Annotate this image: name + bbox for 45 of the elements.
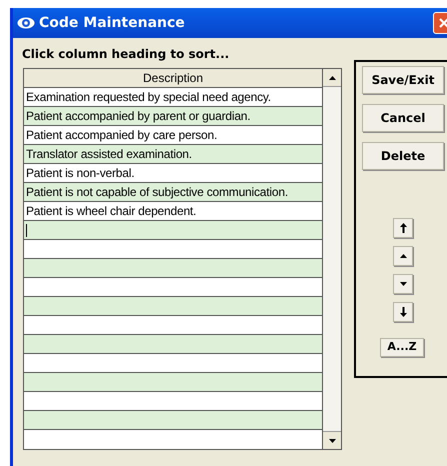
action-button[interactable]: Delete	[362, 142, 444, 170]
table-cell-text: Patient accompanied by care person.	[26, 127, 218, 144]
table-cell-text: Patient is non-verbal.	[26, 165, 134, 182]
table-row[interactable]: Examination requested by special need agency.	[24, 88, 322, 107]
empty-row[interactable]	[24, 411, 322, 430]
sort-instruction: Click column heading to sort...	[22, 46, 230, 63]
triangle-up-icon	[400, 254, 406, 258]
empty-row[interactable]	[24, 240, 322, 259]
table-row[interactable]: Patient accompanied by parent or guardian.	[24, 107, 322, 126]
triangle-down-icon	[400, 282, 406, 286]
empty-row[interactable]	[24, 316, 322, 335]
table-cell-text: Patient is not capable of subjective communication.	[26, 184, 288, 201]
table-cell-text: Translator assisted examination.	[26, 146, 192, 163]
order-button[interactable]	[393, 274, 413, 294]
empty-row[interactable]	[24, 297, 322, 316]
order-button[interactable]	[393, 218, 413, 238]
empty-row[interactable]	[24, 354, 322, 373]
table-row[interactable]: Patient accompanied by care person.	[24, 126, 322, 145]
empty-row[interactable]	[24, 335, 322, 354]
arrow-down-icon	[400, 307, 406, 317]
empty-row[interactable]	[24, 373, 322, 392]
text-cursor-icon	[26, 224, 27, 236]
table-row[interactable]: Patient is not capable of subjective communication.	[24, 183, 322, 202]
table-row[interactable]: Patient is non-verbal.	[24, 164, 322, 183]
table-row[interactable]: Patient is wheel chair dependent.	[24, 202, 322, 221]
triangle-down-icon	[328, 438, 336, 442]
action-button[interactable]: Cancel	[362, 104, 444, 132]
order-button[interactable]	[393, 246, 413, 266]
triangle-up-icon	[328, 76, 336, 80]
table-row[interactable]	[24, 221, 322, 240]
window-title: Code Maintenance	[39, 14, 185, 32]
sort-button[interactable]: A...Z	[380, 338, 424, 357]
close-icon	[439, 18, 447, 28]
scrollbar[interactable]	[322, 69, 341, 449]
table-cell-text: Patient is wheel chair dependent.	[26, 203, 196, 220]
empty-row[interactable]	[24, 278, 322, 297]
action-button[interactable]: Save/Exit	[362, 66, 444, 94]
table-row[interactable]: Translator assisted examination.	[24, 145, 322, 164]
empty-row[interactable]	[24, 259, 322, 278]
table-cell-text: Patient accompanied by parent or guardian.	[26, 108, 250, 125]
order-button[interactable]	[393, 302, 413, 322]
table-cell-text: Examination requested by special need agency.	[26, 89, 271, 106]
empty-row[interactable]	[24, 392, 322, 411]
arrow-up-icon	[400, 223, 406, 233]
eye-logo-icon	[17, 17, 35, 29]
